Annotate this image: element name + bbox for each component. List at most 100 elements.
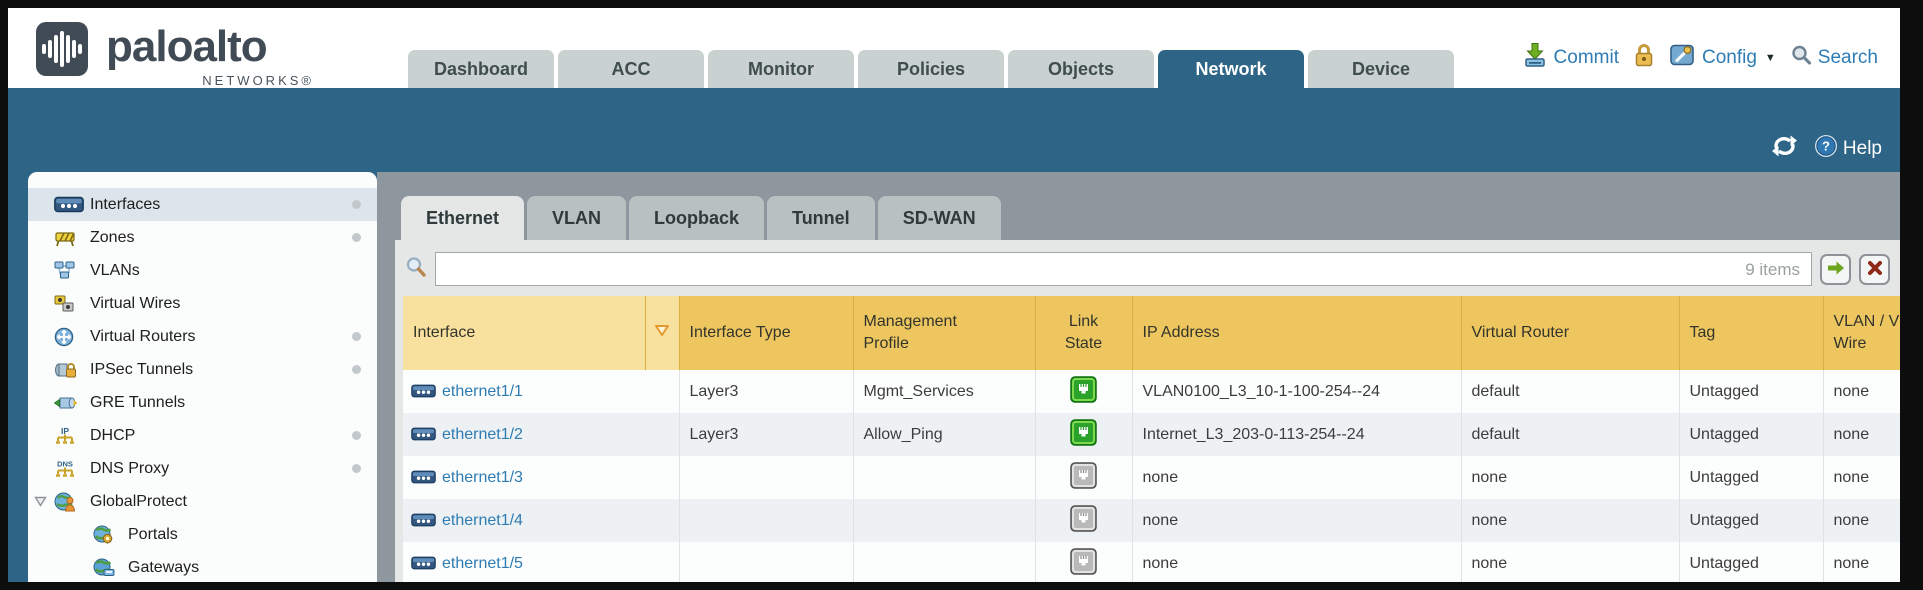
view-tab-tunnel[interactable]: Tunnel — [767, 196, 875, 240]
cell-virtual-router: default — [1461, 370, 1679, 413]
view-tab-ethernet[interactable]: Ethernet — [401, 196, 524, 240]
column-header-vr[interactable]: Virtual Router — [1461, 296, 1679, 370]
nav-tab-policies[interactable]: Policies — [858, 50, 1004, 88]
cell-virtual-router: none — [1461, 456, 1679, 499]
item-dot — [352, 365, 361, 374]
commit-label: Commit — [1554, 47, 1619, 69]
table-row: ethernet1/5nonenoneUntaggednone — [403, 542, 1900, 582]
dns-proxy-icon: DNS — [54, 459, 90, 479]
link-state-down-icon — [1070, 519, 1097, 536]
column-header-type[interactable]: Interface Type — [679, 296, 853, 370]
column-header-tag[interactable]: Tag — [1679, 296, 1823, 370]
sidebar-item-globalprotect[interactable]: GlobalProtect — [28, 485, 377, 518]
nav-tab-device[interactable]: Device — [1308, 50, 1454, 88]
cell-interface: ethernet1/2 — [403, 413, 679, 456]
cell-management-profile — [853, 499, 1035, 542]
help-button[interactable]: ? Help — [1814, 134, 1882, 164]
sidebar-item-portals[interactable]: Portals — [28, 518, 377, 551]
cell-interface-type: Layer3 — [679, 370, 853, 413]
search-label: Search — [1818, 47, 1878, 69]
cell-interface-type: Layer3 — [679, 413, 853, 456]
sidebar-item-vlans[interactable]: VLANs — [28, 254, 377, 287]
cell-management-profile — [853, 456, 1035, 499]
vlans-icon — [54, 261, 90, 280]
column-header-link[interactable]: LinkState — [1035, 296, 1132, 370]
interface-link[interactable]: ethernet1/5 — [442, 555, 523, 572]
item-dot — [352, 200, 361, 209]
cell-interface: ethernet1/3 — [403, 456, 679, 499]
table-row: ethernet1/4nonenoneUntaggednone — [403, 499, 1900, 542]
nav-tab-acc[interactable]: ACC — [558, 50, 704, 88]
sort-indicator[interactable] — [645, 296, 679, 370]
config-label: Config — [1702, 47, 1757, 69]
nav-tab-network[interactable]: Network — [1158, 50, 1304, 88]
column-header-interface[interactable]: Interface — [403, 296, 645, 370]
cell-interface: ethernet1/5 — [403, 542, 679, 582]
sidebar-item-ipsec-tunnels[interactable]: IPSec Tunnels — [28, 353, 377, 386]
column-header-vlan[interactable]: VLAN / VWire — [1823, 296, 1900, 370]
interface-link[interactable]: ethernet1/4 — [442, 512, 523, 529]
interface-link[interactable]: ethernet1/1 — [442, 383, 523, 400]
cell-management-profile: Mgmt_Services — [853, 370, 1035, 413]
column-header-mgmt[interactable]: ManagementProfile — [853, 296, 1035, 370]
sub-header-bar: ? Help — [8, 88, 1900, 172]
sidebar-item-label: GRE Tunnels — [90, 394, 185, 412]
cell-management-profile — [853, 542, 1035, 582]
svg-text:DNS: DNS — [57, 459, 73, 468]
apply-filter-button[interactable] — [1820, 254, 1851, 285]
ethernet-panel: 9 items — [395, 240, 1900, 582]
nav-tab-monitor[interactable]: Monitor — [708, 50, 854, 88]
sidebar-item-zones[interactable]: Zones — [28, 221, 377, 254]
interface-link[interactable]: ethernet1/2 — [442, 426, 523, 443]
sidebar-item-dns-proxy[interactable]: DNSDNS Proxy — [28, 452, 377, 485]
help-icon: ? — [1814, 134, 1838, 164]
nav-tab-dashboard[interactable]: Dashboard — [408, 50, 554, 88]
dhcp-icon: IP — [54, 426, 90, 446]
paloalto-logo-icon — [36, 22, 88, 76]
commit-icon — [1522, 42, 1548, 74]
sidebar-item-interfaces[interactable]: Interfaces — [28, 188, 377, 221]
cell-virtual-router: none — [1461, 542, 1679, 582]
cell-vlan-virtual-wire: none — [1823, 456, 1900, 499]
chevron-down-icon: ▼ — [1765, 52, 1776, 64]
sidebar-item-gateways[interactable]: Gateways — [28, 551, 377, 582]
column-header-ip[interactable]: IP Address — [1132, 296, 1461, 370]
sidebar-item-label: Virtual Routers — [90, 328, 196, 346]
view-tab-loopback[interactable]: Loopback — [629, 196, 764, 240]
search-button[interactable]: Search — [1790, 44, 1878, 72]
virtual-routers-icon — [54, 327, 90, 347]
lock-icon[interactable] — [1633, 42, 1655, 74]
sidebar-item-label: Interfaces — [90, 196, 160, 214]
cell-tag: Untagged — [1679, 542, 1823, 582]
top-bar: paloalto NETWORKS® DashboardACCMonitorPo… — [8, 8, 1900, 88]
clear-filter-x-icon — [1867, 260, 1883, 279]
interfaces-table: Interface Interface TypeManagementProfile… — [403, 296, 1900, 582]
cell-link-state — [1035, 456, 1132, 499]
commit-button[interactable]: Commit — [1522, 42, 1619, 74]
cell-interface: ethernet1/1 — [403, 370, 679, 413]
nav-tab-objects[interactable]: Objects — [1008, 50, 1154, 88]
refresh-icon[interactable] — [1771, 135, 1798, 163]
paloalto-logo: paloalto NETWORKS® — [24, 16, 324, 86]
sidebar-item-virtual-routers[interactable]: Virtual Routers — [28, 320, 377, 353]
cell-tag: Untagged — [1679, 499, 1823, 542]
link-state-up-icon — [1070, 433, 1097, 450]
cell-link-state — [1035, 499, 1132, 542]
cell-interface-type — [679, 542, 853, 582]
filter-input[interactable] — [435, 252, 1812, 286]
sidebar-item-dhcp[interactable]: IPDHCP — [28, 419, 377, 452]
portals-icon — [92, 525, 128, 544]
sidebar-item-virtual-wires[interactable]: Virtual Wires — [28, 287, 377, 320]
cell-vlan-virtual-wire: none — [1823, 499, 1900, 542]
cell-vlan-virtual-wire: none — [1823, 370, 1900, 413]
config-button[interactable]: Config ▼ — [1669, 42, 1776, 74]
clear-filter-button[interactable] — [1859, 254, 1890, 285]
sidebar-item-label: DHCP — [90, 427, 135, 445]
expand-caret-icon[interactable] — [34, 496, 54, 507]
view-tab-sd-wan[interactable]: SD-WAN — [878, 196, 1001, 240]
interface-link[interactable]: ethernet1/3 — [442, 469, 523, 486]
view-tab-vlan[interactable]: VLAN — [527, 196, 626, 240]
sidebar-item-label: VLANs — [90, 262, 140, 280]
sidebar-item-gre-tunnels[interactable]: GRE Tunnels — [28, 386, 377, 419]
cell-vlan-virtual-wire: none — [1823, 542, 1900, 582]
